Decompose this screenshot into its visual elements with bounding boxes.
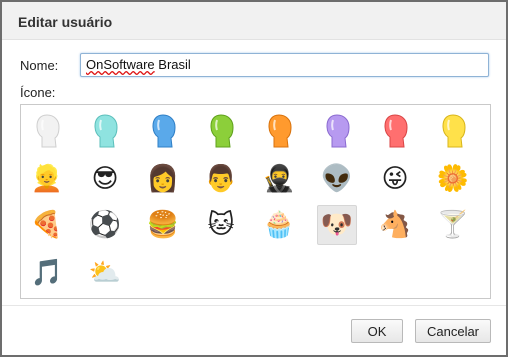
cupcake-icon-glyph: 🧁 (262, 210, 296, 240)
hamburger-icon[interactable]: 🍔 (143, 205, 183, 245)
man-portrait-icon[interactable]: 👨 (201, 159, 241, 199)
edit-user-dialog: Editar usuário Nome: OnSoftware Brasil Í… (0, 0, 508, 357)
ninja-icon[interactable]: 🥷 (259, 159, 299, 199)
footer-divider (2, 305, 506, 306)
cancel-button[interactable]: Cancelar (415, 319, 491, 343)
name-value-first: OnSoftware (86, 57, 155, 72)
cocktail-glass-icon[interactable]: 🍸 (433, 205, 473, 245)
avatar-teal-head-icon[interactable] (85, 111, 125, 151)
blonde-woman-sunglasses-icon-glyph: 👱 (30, 164, 64, 194)
name-input[interactable]: OnSoftware Brasil (80, 53, 489, 77)
cupcake-icon[interactable]: 🧁 (259, 205, 299, 245)
cool-guy-cap-icon[interactable]: 😎 (85, 159, 125, 199)
ninja-icon-glyph: 🥷 (262, 164, 296, 194)
cool-guy-cap-icon-glyph: 😎 (91, 164, 119, 194)
man-portrait-icon-glyph: 👨 (204, 164, 238, 194)
avatar-orange-head-icon[interactable] (259, 111, 299, 151)
sun-behind-cloud-icon-glyph: ⛅ (88, 258, 122, 288)
icon-picker-grid: 👱 😎 👩 👨 🥷 👽 😜 🌼 🍕 ⚽ 🍔 🐱 🧁 🐶 🐴 🍸 🎵 ⛅ (20, 104, 491, 299)
horse-icon[interactable]: 🐴 (375, 205, 415, 245)
avatar-yellow-head-icon[interactable] (433, 111, 473, 151)
woman-sunglasses-icon-glyph: 👩 (146, 164, 180, 194)
pizza-slice-icon[interactable]: 🍕 (27, 205, 67, 245)
daisy-flower-icon[interactable]: 🌼 (433, 159, 473, 199)
avatar-green-head-icon[interactable] (201, 111, 241, 151)
avatar-purple-head-icon[interactable] (317, 111, 357, 151)
avatar-blue-head-icon[interactable] (143, 111, 183, 151)
hamburger-icon-glyph: 🍔 (146, 210, 180, 240)
soccer-ball-icon[interactable]: ⚽ (85, 205, 125, 245)
cat-icon-glyph: 🐱 (207, 210, 235, 240)
pizza-slice-icon-glyph: 🍕 (30, 210, 64, 240)
horse-icon-glyph: 🐴 (378, 210, 412, 240)
music-note-icon-glyph: 🎵 (30, 258, 64, 288)
dog-icon-glyph: 🐶 (320, 210, 354, 240)
alien-icon-glyph: 👽 (320, 164, 354, 194)
avatar-white-head-icon[interactable] (27, 111, 67, 151)
cat-icon[interactable]: 🐱 (201, 205, 241, 245)
avatar-red-head-icon[interactable] (375, 111, 415, 151)
laughing-smiley-icon[interactable]: 😜 (375, 159, 415, 199)
dialog-titlebar: Editar usuário (2, 2, 506, 40)
name-value-rest: Brasil (154, 57, 191, 72)
music-note-icon[interactable]: 🎵 (27, 253, 67, 293)
dialog-title: Editar usuário (18, 14, 113, 30)
soccer-ball-icon-glyph: ⚽ (88, 210, 122, 240)
blonde-woman-sunglasses-icon[interactable]: 👱 (27, 159, 67, 199)
woman-sunglasses-icon[interactable]: 👩 (143, 159, 183, 199)
sun-behind-cloud-icon[interactable]: ⛅ (85, 253, 125, 293)
alien-icon[interactable]: 👽 (317, 159, 357, 199)
cocktail-glass-icon-glyph: 🍸 (436, 210, 470, 240)
daisy-flower-icon-glyph: 🌼 (436, 164, 470, 194)
ok-button[interactable]: OK (351, 319, 403, 343)
dog-icon[interactable]: 🐶 (317, 205, 357, 245)
icon-label: Ícone: (20, 85, 56, 100)
name-label: Nome: (20, 58, 59, 73)
laughing-smiley-icon-glyph: 😜 (381, 164, 409, 194)
